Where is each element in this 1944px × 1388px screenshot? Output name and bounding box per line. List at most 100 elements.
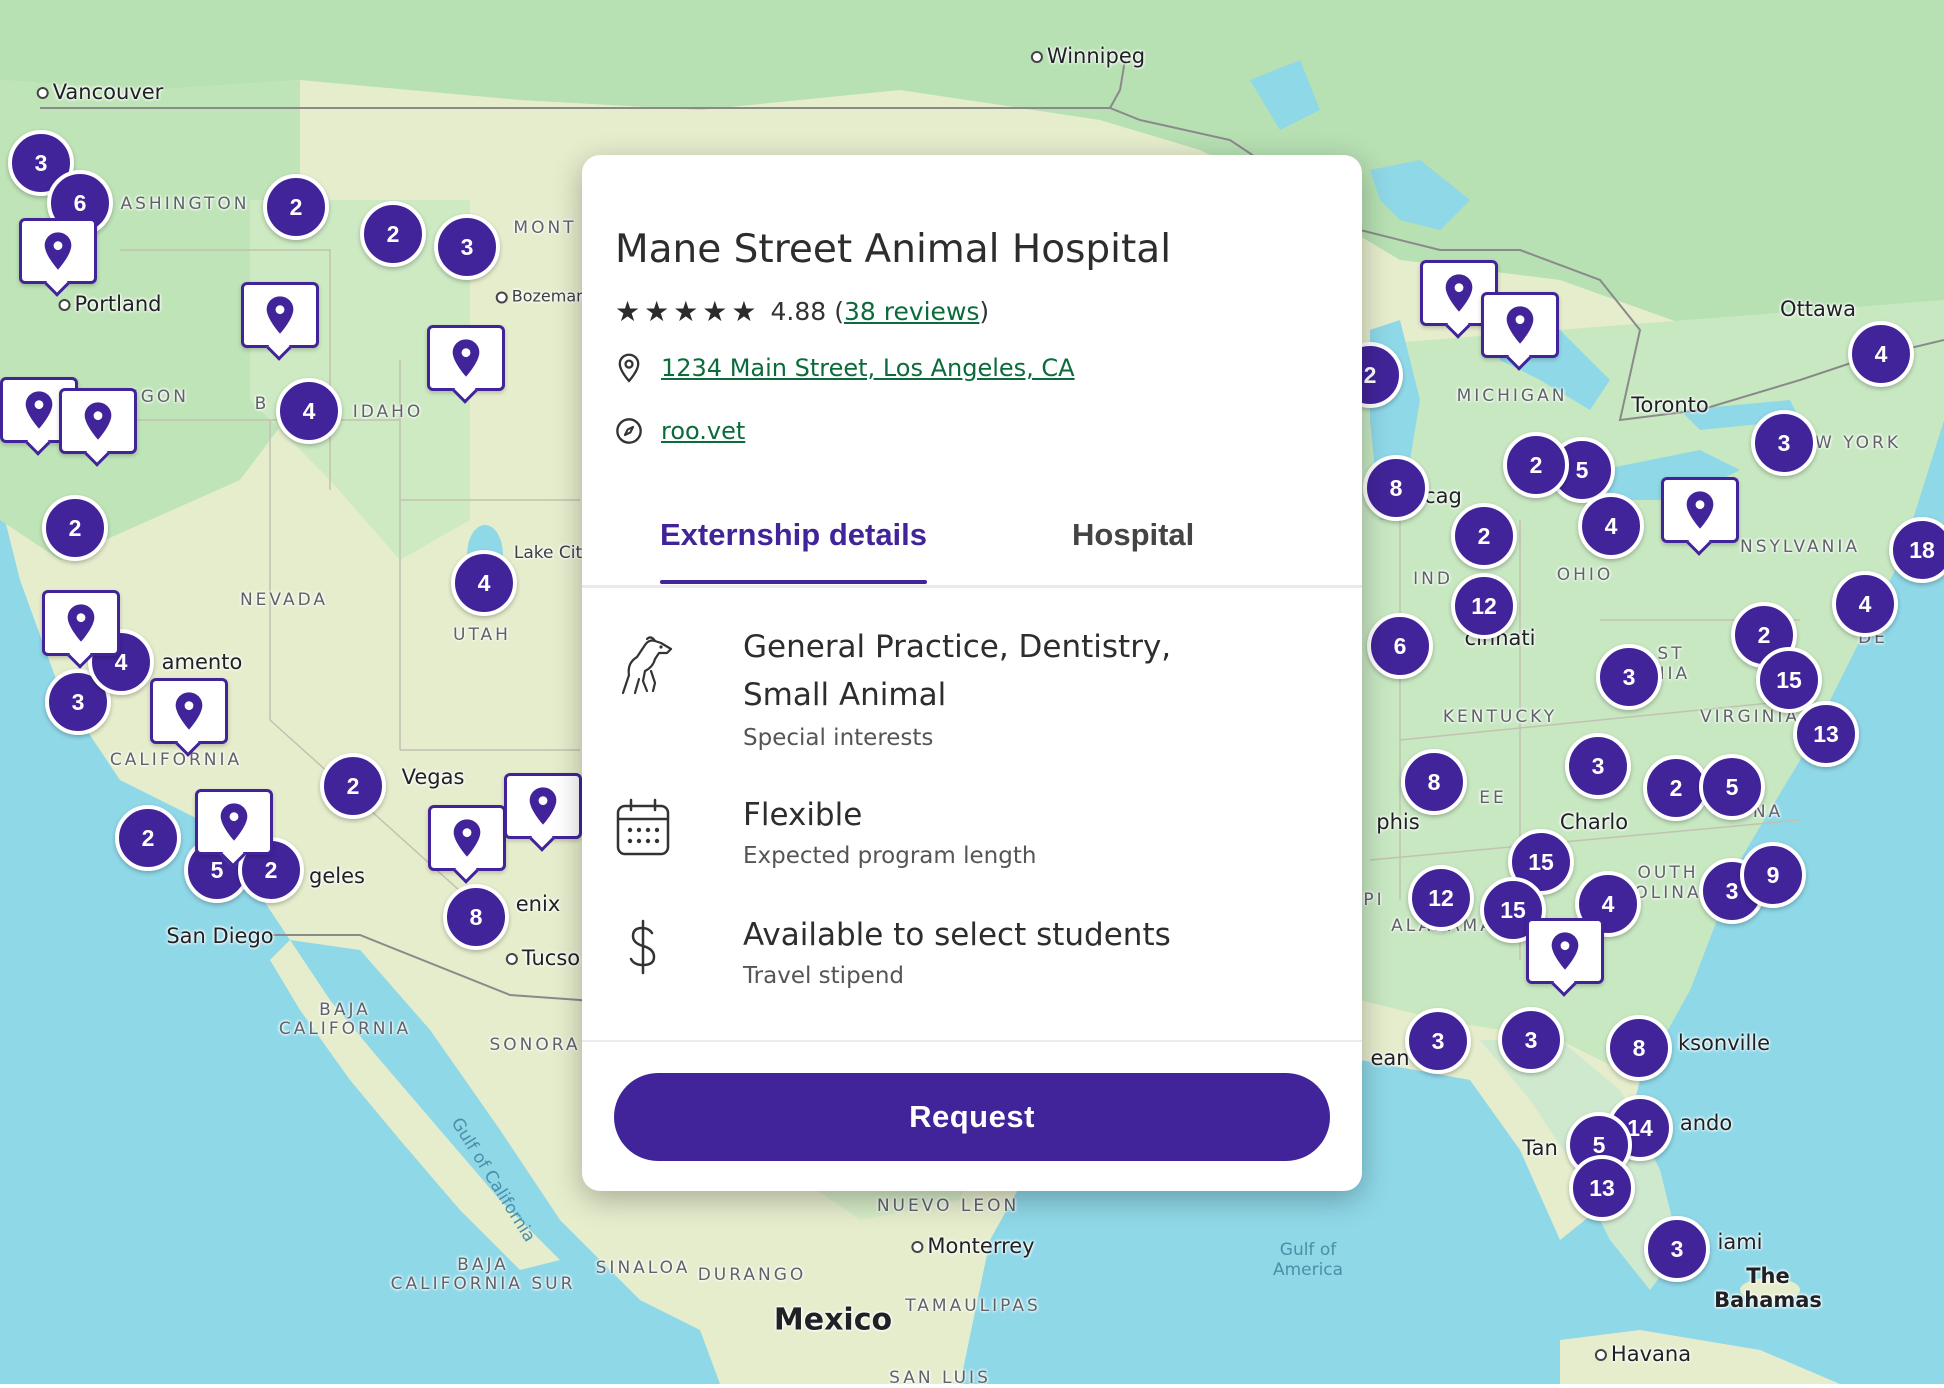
star-rating-icon: ★★★★★ [615,295,761,328]
map-cluster[interactable]: 8 [443,884,509,950]
map-cluster[interactable]: 6 [1367,613,1433,679]
detail-travel-stipend: Available to select students Travel stip… [615,911,1335,1001]
map-label-pennsylvania: NSYLVANIA [1739,537,1861,557]
map-label-tennessee: EE [1479,788,1507,808]
map-cluster[interactable]: 5 [1699,754,1765,820]
map-label-idaho: IDAHO [352,402,424,422]
map-label-gulf-america: Gulf of America [1272,1240,1344,1280]
tab-externship-details[interactable]: Externship details [660,517,928,584]
map-cluster[interactable]: 13 [1793,701,1859,767]
map-label-charlotte: Charlo [1559,810,1629,834]
map-cluster[interactable]: 2 [42,495,108,561]
request-button[interactable]: Request [614,1073,1330,1161]
map-cluster[interactable]: 3 [1498,1007,1564,1073]
map-label-idaho-prefix: B [254,394,270,414]
map-cluster[interactable]: 2 [320,753,386,819]
map-label-bahamas: The Bahamas [1714,1264,1822,1312]
map-cluster[interactable]: 12 [1408,865,1474,931]
map-cluster[interactable]: 8 [1401,749,1467,815]
map-cluster[interactable]: 3 [1565,733,1631,799]
map-label-vancouver: Vancouver [37,80,164,104]
map-cluster[interactable]: 13 [1569,1155,1635,1221]
map-cluster[interactable]: 9 [1740,842,1806,908]
address-row: 1234 Main Street, Los Angeles, CA [615,353,1075,383]
map-pin[interactable] [150,678,228,744]
map-cluster[interactable]: 3 [1644,1216,1710,1282]
map-pin[interactable] [1661,477,1739,543]
map-label-ohio: OHIO [1556,565,1614,585]
map-label-sacramento: amento [161,650,243,674]
map-cluster[interactable]: 8 [1363,455,1429,521]
map-cluster[interactable]: 2 [1451,503,1517,569]
map-cluster[interactable]: 3 [434,214,500,280]
dollar-icon [625,919,685,979]
compass-icon [616,418,642,444]
map-label-tampa: Tan [1522,1136,1558,1160]
location-pin-icon [25,391,53,429]
program-length-value: Flexible [743,797,863,833]
map-cluster[interactable]: 4 [1848,321,1914,387]
location-pin-icon [175,692,203,730]
map-label-baja-california-sur: BAJA CALIFORNIA SUR [390,1255,576,1294]
map-cluster[interactable]: 2 [360,201,426,267]
location-pin-icon [266,296,294,334]
map-cluster[interactable]: 12 [1451,573,1517,639]
map-label-vegas: Vegas [401,765,465,789]
location-pin-icon [1686,491,1714,529]
map-cluster[interactable]: 8 [1606,1015,1672,1081]
location-pin-icon [44,232,72,270]
map-label-durango: DURANGO [697,1265,807,1285]
map-cluster[interactable]: 2 [1503,432,1569,498]
map-pin[interactable] [42,590,120,656]
map-pin[interactable] [241,282,319,348]
map-cluster[interactable]: 4 [1832,571,1898,637]
map-label-nevada: NEVADA [239,590,329,610]
map-pin[interactable] [1526,918,1604,984]
map-cluster[interactable]: 3 [1596,644,1662,710]
dog-icon [615,633,675,699]
reviews-link[interactable]: 38 reviews [844,297,979,326]
card-divider [582,1040,1362,1042]
special-interests-value: General Practice, Dentistry, Small Anima… [743,629,1172,713]
location-pin-icon [1551,932,1579,970]
tab-externship-details-label: Externship details [660,517,928,552]
map-label-san-diego: San Diego [166,924,274,948]
map-pin[interactable] [59,388,137,454]
map-cluster[interactable]: 3 [1751,410,1817,476]
map-cluster[interactable]: 2 [115,805,181,871]
map-label-monterrey: Monterrey [911,1234,1034,1258]
map-label-tamaulipas: TAMAULIPAS [905,1296,1041,1316]
hospital-name: Mane Street Animal Hospital [615,227,1172,272]
address-link[interactable]: 1234 Main Street, Los Angeles, CA [661,354,1075,382]
tab-hospital[interactable]: Hospital [1072,517,1194,553]
map-label-baja-california: BAJA CALIFORNIA [278,1000,412,1039]
map-label-orlando: ando [1679,1111,1733,1135]
program-length-label: Expected program length [743,843,1037,869]
map-pin[interactable] [504,773,582,839]
map-pin[interactable] [427,325,505,391]
rating-value: 4.88 [770,297,827,326]
website-link[interactable]: roo.vet [661,417,745,445]
location-pin-icon [1445,274,1473,312]
location-pin-icon [220,803,248,841]
location-pin-icon [453,819,481,857]
hospital-card: Mane Street Animal Hospital ★★★★★ 4.88 (… [582,155,1362,1191]
map-pin[interactable] [195,789,273,855]
detail-special-interests: General Practice, Dentistry, Small Anima… [615,623,1335,763]
map-cluster[interactable]: 4 [451,550,517,616]
map-label-ottawa: Ottawa [1780,297,1856,321]
map-cluster[interactable]: 4 [1578,493,1644,559]
map-label-washington: ASHINGTON [120,194,250,214]
map-pin[interactable] [19,218,97,284]
tab-hospital-label: Hospital [1072,517,1195,552]
map-pin[interactable] [1481,292,1559,358]
map-label-tucson: Tucso [506,946,580,970]
map-pin[interactable] [428,805,506,871]
map-label-los-angeles: geles [309,864,365,888]
location-icon [618,353,640,383]
rating-paren-open: ( [834,297,844,326]
map-cluster[interactable]: 3 [1405,1008,1471,1074]
map-label-jacksonville: ksonville [1677,1031,1771,1055]
map-cluster[interactable]: 2 [263,174,329,240]
map-cluster[interactable]: 4 [276,378,342,444]
